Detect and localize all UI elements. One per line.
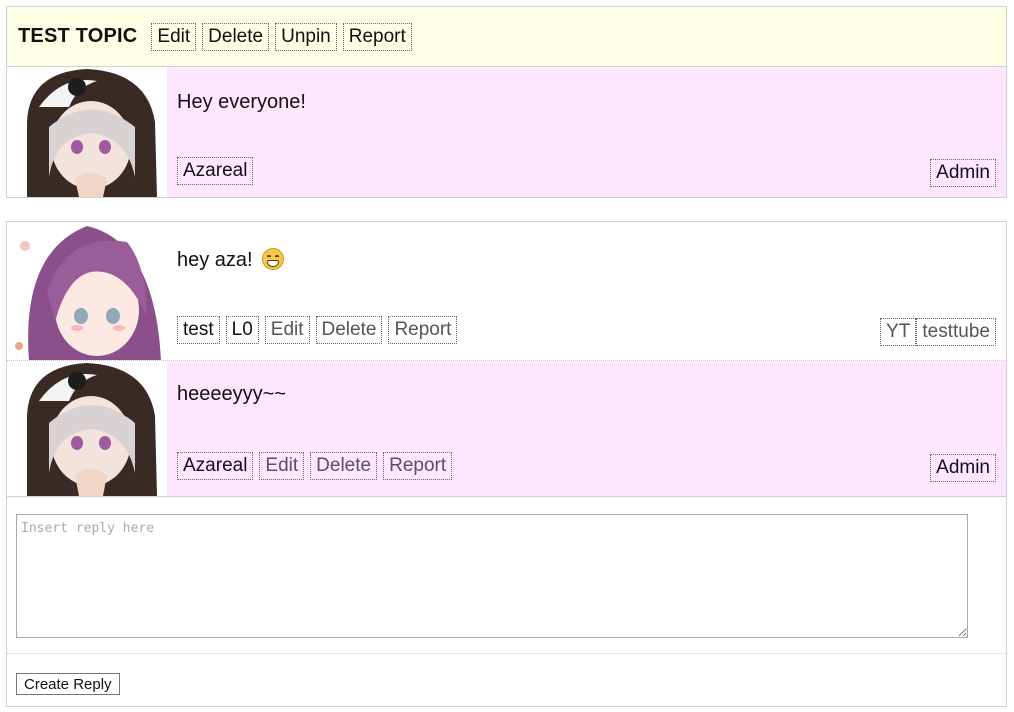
post-actions: test L0 Edit Delete Report — [177, 316, 463, 344]
delete-button[interactable]: Delete — [315, 316, 383, 344]
reply-textarea[interactable] — [16, 514, 968, 638]
topic-title: TEST TOPIC — [18, 25, 138, 47]
post-content: Hey everyone! — [177, 91, 306, 113]
reply-post: hey aza! test L0 Edit Delete Report YT t… — [7, 222, 1006, 361]
report-button[interactable]: Report — [383, 452, 453, 480]
reply-post-body: hey aza! test L0 Edit Delete Report YT t… — [167, 222, 1006, 360]
author-username[interactable]: Azareal — [177, 157, 254, 185]
tag-testtube: testtube — [916, 318, 996, 346]
topic-header: TEST TOPIC Edit Delete Unpin Report — [6, 6, 1007, 67]
replies-block: hey aza! test L0 Edit Delete Report YT t… — [6, 221, 1007, 497]
edit-button[interactable]: Edit — [264, 316, 310, 344]
post-actions: Azareal — [177, 157, 259, 185]
purple-hair-girl-avatar — [7, 222, 167, 360]
reply-form: Create Reply — [6, 496, 1007, 707]
panda-hood-girl-avatar — [7, 67, 167, 197]
topic-report-button[interactable]: Report — [342, 22, 412, 51]
opening-post-body: Hey everyone! Azareal Admin — [167, 67, 1006, 197]
rank-badge-admin: Admin — [930, 159, 996, 187]
tag-yt: YT — [880, 318, 917, 346]
rank-badge-admin: Admin — [930, 454, 996, 482]
post-tags: Admin — [930, 454, 996, 482]
panda-hood-girl-avatar — [7, 361, 167, 496]
opening-post: Hey everyone! Azareal Admin — [7, 67, 1006, 197]
level-badge: L0 — [225, 316, 259, 344]
post-actions: Azareal Edit Delete Report — [177, 452, 458, 480]
topic-edit-button[interactable]: Edit — [151, 22, 197, 51]
post-tags: Admin — [930, 159, 996, 187]
topic-delete-button[interactable]: Delete — [202, 22, 270, 51]
topic-unpin-button[interactable]: Unpin — [275, 22, 337, 51]
opening-post-block: Hey everyone! Azareal Admin — [6, 67, 1007, 198]
post-text: hey aza! — [177, 249, 253, 271]
report-button[interactable]: Report — [388, 316, 458, 344]
post-tags: YT testtube — [880, 318, 996, 346]
divider — [7, 653, 1006, 654]
edit-button[interactable]: Edit — [259, 452, 305, 480]
create-reply-button[interactable]: Create Reply — [16, 673, 120, 695]
delete-button[interactable]: Delete — [310, 452, 378, 480]
author-username[interactable]: Azareal — [177, 452, 254, 480]
post-content: heeeeyyy~~ — [177, 383, 286, 405]
reply-post-body: heeeeyyy~~ Azareal Edit Delete Report Ad… — [167, 361, 1006, 496]
author-username[interactable]: test — [177, 316, 220, 344]
post-content: hey aza! — [177, 248, 285, 272]
grinning-face-icon — [262, 248, 285, 270]
reply-post-admin: heeeeyyy~~ Azareal Edit Delete Report Ad… — [7, 361, 1006, 496]
